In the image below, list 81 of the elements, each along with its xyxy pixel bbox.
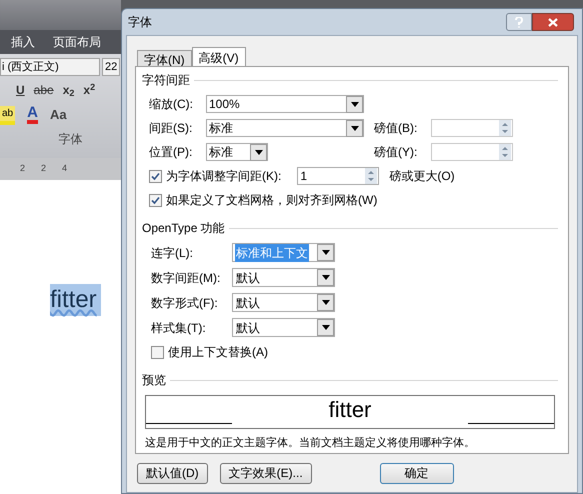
field-label: 数字间距(M): xyxy=(151,270,222,286)
help-icon xyxy=(515,16,523,28)
feature-select[interactable]: 默认 xyxy=(232,293,335,312)
select-value: 100% xyxy=(209,96,240,113)
caret-icon xyxy=(350,126,358,130)
format-button[interactable]: x$_{2}$ xyxy=(62,81,74,99)
checkbox[interactable] xyxy=(151,346,164,358)
ribbon-tab[interactable]: 插入 xyxy=(11,33,35,51)
toolbar-button[interactable]: Aa xyxy=(50,105,67,125)
caret-icon xyxy=(322,275,330,280)
selected-text: fitter xyxy=(50,284,101,316)
format-button[interactable]: abe xyxy=(34,81,54,99)
points-field[interactable] xyxy=(431,119,513,137)
select-value: 默认 xyxy=(235,270,261,286)
window-title: 字体 xyxy=(128,14,152,31)
dropdown-button[interactable] xyxy=(317,244,334,261)
dropdown-button[interactable] xyxy=(250,144,267,160)
dropdown-button[interactable] xyxy=(346,120,363,136)
select-value: 默认 xyxy=(235,320,261,336)
ruler-number: 2 xyxy=(41,162,46,176)
field-value: 1 xyxy=(300,168,308,185)
field-label: 样式集(T): xyxy=(151,320,207,336)
field-label: 连字(L): xyxy=(151,244,194,262)
field-label: 位置(P): xyxy=(149,144,194,161)
dialog-button[interactable]: 文字效果(E)... xyxy=(220,462,312,484)
preview-note: 这是用于中文的正文主题字体。当前文档主题定义将使用哪种字体。 xyxy=(144,436,476,451)
feature-select[interactable]: 默认 xyxy=(232,268,335,287)
section-title: 字符间距 xyxy=(142,72,190,89)
checkbox[interactable] xyxy=(149,194,162,206)
caret-icon xyxy=(322,300,330,305)
field-label: 磅值(Y): xyxy=(374,144,418,161)
checkbox[interactable] xyxy=(149,170,162,182)
checkbox-label: 如果定义了文档网格，则对齐到网格(W) xyxy=(166,192,378,209)
field-suffix: 磅或更大(O) xyxy=(389,168,455,185)
points-field[interactable] xyxy=(431,143,513,161)
checkbox-label: 为字体调整字间距(K): xyxy=(166,168,282,185)
close-button[interactable] xyxy=(532,13,574,31)
font-name-field[interactable]: i (西文正文) xyxy=(0,58,100,76)
spin-icon[interactable] xyxy=(499,144,511,160)
scale-select[interactable]: 100% xyxy=(206,95,364,113)
ruler-number: 4 xyxy=(62,162,68,176)
select-value: 默认 xyxy=(235,294,261,312)
tab[interactable]: 字体(N) xyxy=(137,50,192,67)
toolbar-button[interactable]: ab xyxy=(0,106,16,124)
dropdown-button[interactable] xyxy=(317,319,334,336)
caret-icon xyxy=(322,325,330,330)
spin-icon[interactable] xyxy=(499,120,511,136)
select-value: 标准和上下文 xyxy=(235,244,309,262)
toolbar-button[interactable]: A xyxy=(27,106,38,124)
ribbon-tab[interactable]: 页面布局 xyxy=(53,33,101,51)
close-icon xyxy=(548,18,558,26)
preview-sample: fitter xyxy=(328,397,372,423)
dropdown-button[interactable] xyxy=(317,294,334,311)
help-button[interactable] xyxy=(506,13,532,31)
field-label: 间距(S): xyxy=(149,120,194,137)
caret-icon xyxy=(350,102,358,106)
font-size-field[interactable]: 22 xyxy=(102,58,120,76)
dropdown-button[interactable] xyxy=(317,269,334,286)
feature-select[interactable]: 默认 xyxy=(232,318,335,337)
spacing-select[interactable]: 标准 xyxy=(206,119,364,137)
ruler-number: 2 xyxy=(20,162,26,176)
section-title: OpenType 功能 xyxy=(142,220,225,237)
caret-icon xyxy=(254,150,262,154)
select-value: 标准 xyxy=(209,144,233,161)
dialog-button[interactable]: 默认值(D) xyxy=(137,462,208,484)
format-button[interactable]: U xyxy=(16,81,25,99)
tab[interactable]: 高级(V) xyxy=(192,47,246,67)
field-label: 数字形式(F): xyxy=(151,294,219,312)
format-button[interactable]: x$^{2}$ xyxy=(83,81,96,99)
field-label: 缩放(C): xyxy=(149,96,194,113)
section-title: 预览 xyxy=(142,372,166,389)
checkbox-label: 使用上下文替换(A) xyxy=(168,344,268,361)
field-label: 磅值(B): xyxy=(374,120,418,137)
spin-icon[interactable] xyxy=(365,168,378,184)
spacing-select[interactable]: 标准 xyxy=(206,143,268,161)
group-label: 字体 xyxy=(58,131,82,148)
kerning-field[interactable]: 1 xyxy=(297,167,380,185)
dropdown-button[interactable] xyxy=(346,96,363,112)
select-value: 标准 xyxy=(209,120,233,137)
dialog-button[interactable]: 确定 xyxy=(380,462,454,484)
caret-icon xyxy=(322,250,330,255)
